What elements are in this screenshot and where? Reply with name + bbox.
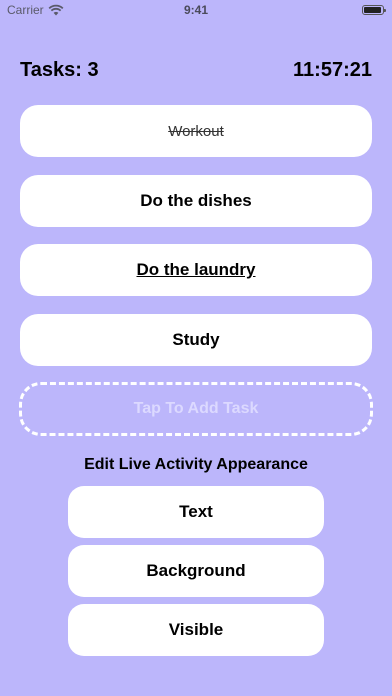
task-item-workout[interactable]: Workout <box>20 105 372 157</box>
task-label: Study <box>172 330 220 349</box>
option-label: Text <box>179 502 213 521</box>
task-label: Do the dishes <box>140 191 252 210</box>
option-label: Visible <box>168 620 224 639</box>
status-bar: Carrier 9:41 <box>0 0 392 22</box>
text-option-button[interactable]: Text <box>68 486 324 538</box>
task-item-study[interactable]: Study <box>20 314 372 366</box>
task-item-do-the-laundry[interactable]: Do the laundry <box>20 244 372 296</box>
add-task-button[interactable]: Tap To Add Task <box>19 382 373 436</box>
status-time: 9:41 <box>183 3 209 17</box>
task-label: Workout <box>168 122 224 140</box>
battery-icon <box>362 5 386 15</box>
task-count: Tasks: 3 <box>20 59 99 81</box>
option-label: Background <box>146 561 246 580</box>
live-activity-title: Edit Live Activity Appearance <box>84 456 308 473</box>
add-task-label: Tap To Add Task <box>133 400 259 417</box>
background-option-button[interactable]: Background <box>68 545 324 597</box>
timer: 11:57:21 <box>293 59 372 81</box>
task-label: Do the laundry <box>136 260 256 279</box>
visible-option-button[interactable]: Visible <box>68 604 324 656</box>
task-item-do-the-dishes[interactable]: Do the dishes <box>20 175 372 227</box>
